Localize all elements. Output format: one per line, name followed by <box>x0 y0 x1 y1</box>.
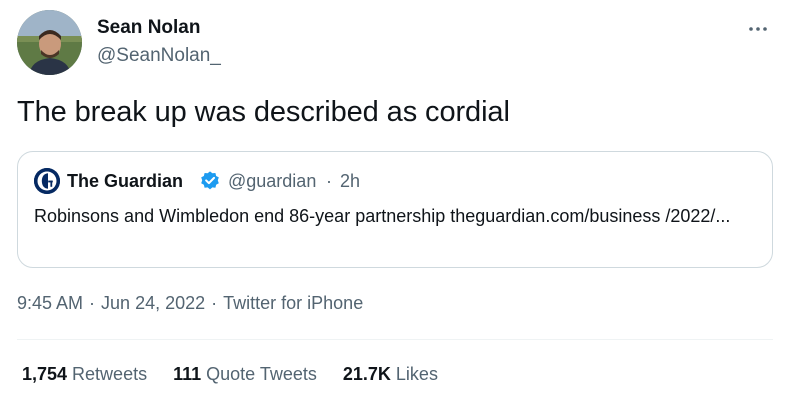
tweet-meta: 9:45 AM · Jun 24, 2022 · Twitter for iPhone <box>17 293 363 314</box>
tweet-source[interactable]: Twitter for iPhone <box>223 293 363 314</box>
quote-author-name[interactable]: The Guardian <box>67 171 183 192</box>
quoted-tweet[interactable]: The Guardian @guardian · 2h Robinsons an… <box>17 151 773 268</box>
guardian-logo-icon <box>34 168 60 194</box>
retweets-label: Retweets <box>72 364 148 384</box>
tweet-text: The break up was described as cordial <box>17 96 510 128</box>
more-icon <box>749 27 767 31</box>
likes-label: Likes <box>395 364 438 384</box>
quote-text: Robinsons and Wimbledon end 86-year part… <box>34 206 731 226</box>
divider <box>17 339 773 340</box>
quote-tweets-count: 111 <box>173 364 202 384</box>
quote-tweets-label: Quote Tweets <box>206 364 317 384</box>
tweet-time[interactable]: 9:45 AM <box>17 293 83 314</box>
retweets-count: 1,754 <box>22 364 68 384</box>
quote-tweets-stat[interactable]: 111 Quote Tweets <box>173 364 317 385</box>
tweet-stats: 1,754 Retweets 111 Quote Tweets 21.7K Likes <box>22 364 464 385</box>
tweet-date[interactable]: Jun 24, 2022 <box>101 293 205 314</box>
avatar-photo <box>17 10 82 75</box>
author-display-name[interactable]: Sean Nolan <box>97 17 200 39</box>
quote-timestamp[interactable]: 2h <box>340 171 360 192</box>
verified-icon <box>201 171 219 190</box>
quote-avatar[interactable] <box>34 168 60 194</box>
meta-separator: · <box>211 293 218 313</box>
quote-author-handle[interactable]: @guardian <box>228 171 316 192</box>
tweet-card: Sean Nolan @SeanNolan_ The break up was … <box>0 0 791 405</box>
author-avatar[interactable] <box>17 10 82 75</box>
quote-separator: · <box>326 171 332 191</box>
meta-separator: · <box>89 293 96 313</box>
likes-count: 21.7K <box>342 364 391 384</box>
author-handle[interactable]: @SeanNolan_ <box>97 45 221 67</box>
likes-stat[interactable]: 21.7K Likes <box>343 364 438 385</box>
retweets-stat[interactable]: 1,754 Retweets <box>22 364 147 385</box>
more-button[interactable] <box>743 14 773 44</box>
